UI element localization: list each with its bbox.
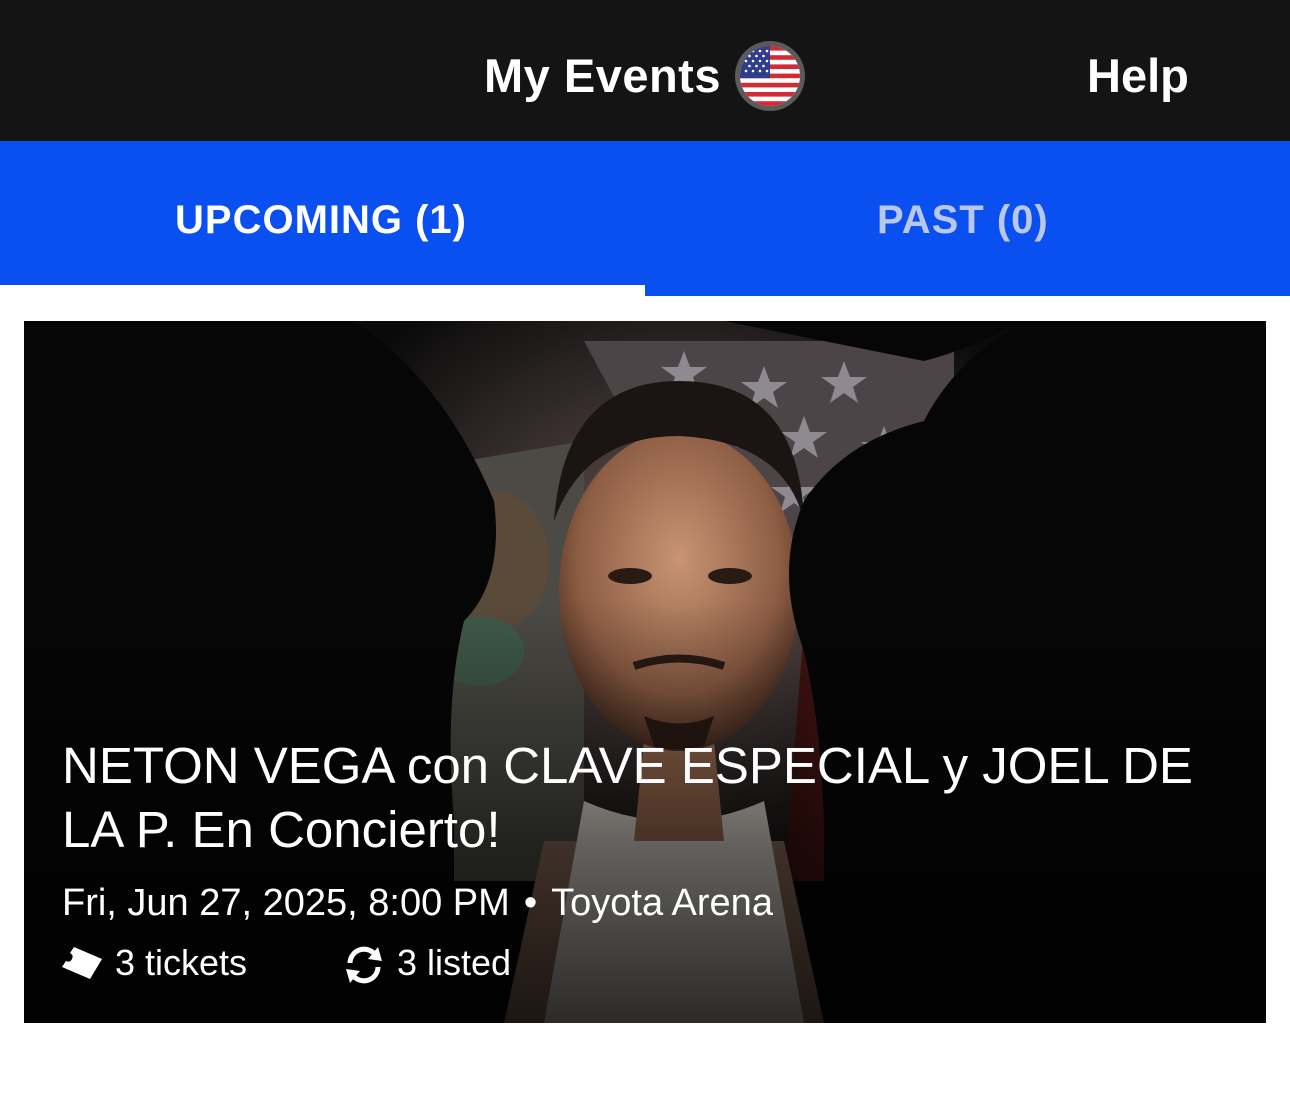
help-link[interactable]: Help <box>1087 46 1189 106</box>
event-tabs: UPCOMING (1) PAST (0) <box>0 141 1290 296</box>
event-title: NETON VEGA con CLAVE ESPECIAL y JOEL DE … <box>62 737 1193 858</box>
event-date: Fri, Jun 27, 2025, 8:00 PM <box>62 882 510 924</box>
event-date-venue: Fri, Jun 27, 2025, 8:00 PM • Toyota Arena <box>62 878 773 928</box>
event-card[interactable]: NETON VEGA con CLAVE ESPECIAL y JOEL DE … <box>24 321 1266 1023</box>
tab-past[interactable]: PAST (0) <box>645 141 1290 296</box>
meta-separator: • <box>523 882 538 924</box>
page-title: My Events <box>484 49 721 102</box>
tab-upcoming[interactable]: UPCOMING (1) <box>0 141 645 285</box>
tab-upcoming-label: UPCOMING (1) <box>175 198 467 242</box>
refresh-icon <box>346 946 382 984</box>
listed-count-label: 3 listed <box>397 942 512 983</box>
event-venue: Toyota Arena <box>551 882 773 924</box>
top-navigation-bar: My Events Help <box>0 0 1290 141</box>
tickets-count-label: 3 tickets <box>115 942 248 983</box>
tab-past-label: PAST (0) <box>877 198 1049 242</box>
ticket-icon <box>62 947 102 979</box>
us-flag-icon[interactable] <box>735 41 805 111</box>
